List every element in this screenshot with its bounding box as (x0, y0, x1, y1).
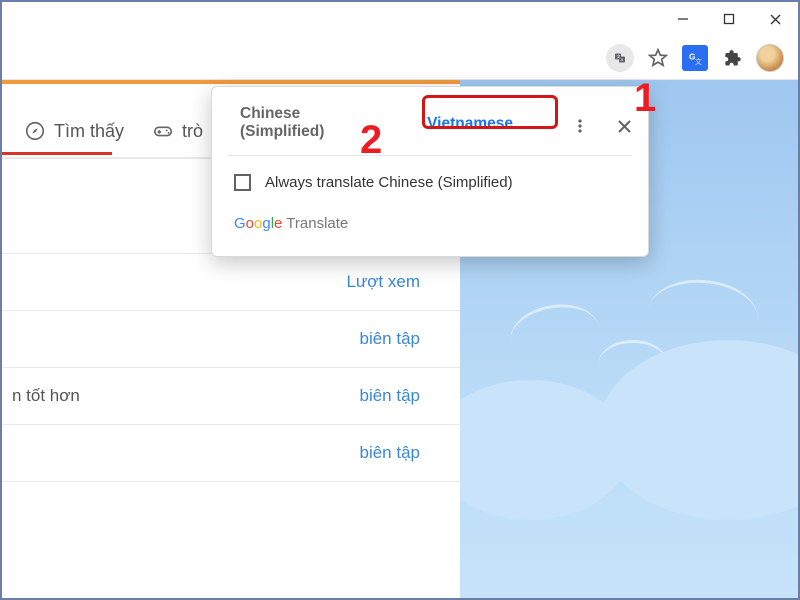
profile-avatar[interactable] (756, 44, 784, 72)
svg-text:A: A (621, 57, 624, 62)
list-item[interactable]: n tốt hơnbiên tập (2, 367, 460, 424)
annotation-highlight-box (422, 95, 558, 129)
window-titlebar (2, 2, 798, 36)
nav-item-find[interactable]: Tìm thấy (24, 120, 124, 142)
always-translate-row[interactable]: Always translate Chinese (Simplified) (212, 156, 648, 211)
annotation-callout-2: 2 (360, 118, 382, 163)
annotation-callout-1: 1 (634, 76, 656, 121)
browser-toolbar: 文A G文 (2, 36, 798, 80)
maximize-button[interactable] (706, 2, 752, 36)
gamepad-icon (152, 120, 174, 142)
checkbox-icon[interactable] (234, 174, 251, 191)
nav-item-games[interactable]: trò (152, 120, 203, 142)
extensions-menu-icon[interactable] (718, 44, 746, 72)
decorative-clouds (460, 250, 798, 470)
translate-page-icon[interactable]: 文A (606, 44, 634, 72)
nav-label: trò (182, 121, 203, 142)
svg-text:文: 文 (695, 57, 702, 66)
list-item[interactable]: biên tập (2, 424, 460, 482)
nav-label: Tìm thấy (54, 121, 124, 142)
list-item[interactable]: Lượt xem (2, 253, 460, 310)
minimize-button[interactable] (660, 2, 706, 36)
google-translate-branding: Google Translate (212, 211, 648, 252)
bookmark-star-icon[interactable] (644, 44, 672, 72)
checkbox-label: Always translate Chinese (Simplified) (265, 174, 513, 191)
google-translate-extension-icon[interactable]: G文 (682, 45, 708, 71)
active-tab-underline (2, 152, 112, 155)
svg-text:文: 文 (617, 53, 621, 59)
translate-options-menu-icon[interactable] (567, 112, 594, 140)
compass-icon (24, 120, 46, 142)
translate-popup: Chinese (Simplified) Vietnamese Always t… (211, 86, 649, 257)
close-window-button[interactable] (752, 2, 798, 36)
list-item[interactable]: biên tập (2, 310, 460, 367)
